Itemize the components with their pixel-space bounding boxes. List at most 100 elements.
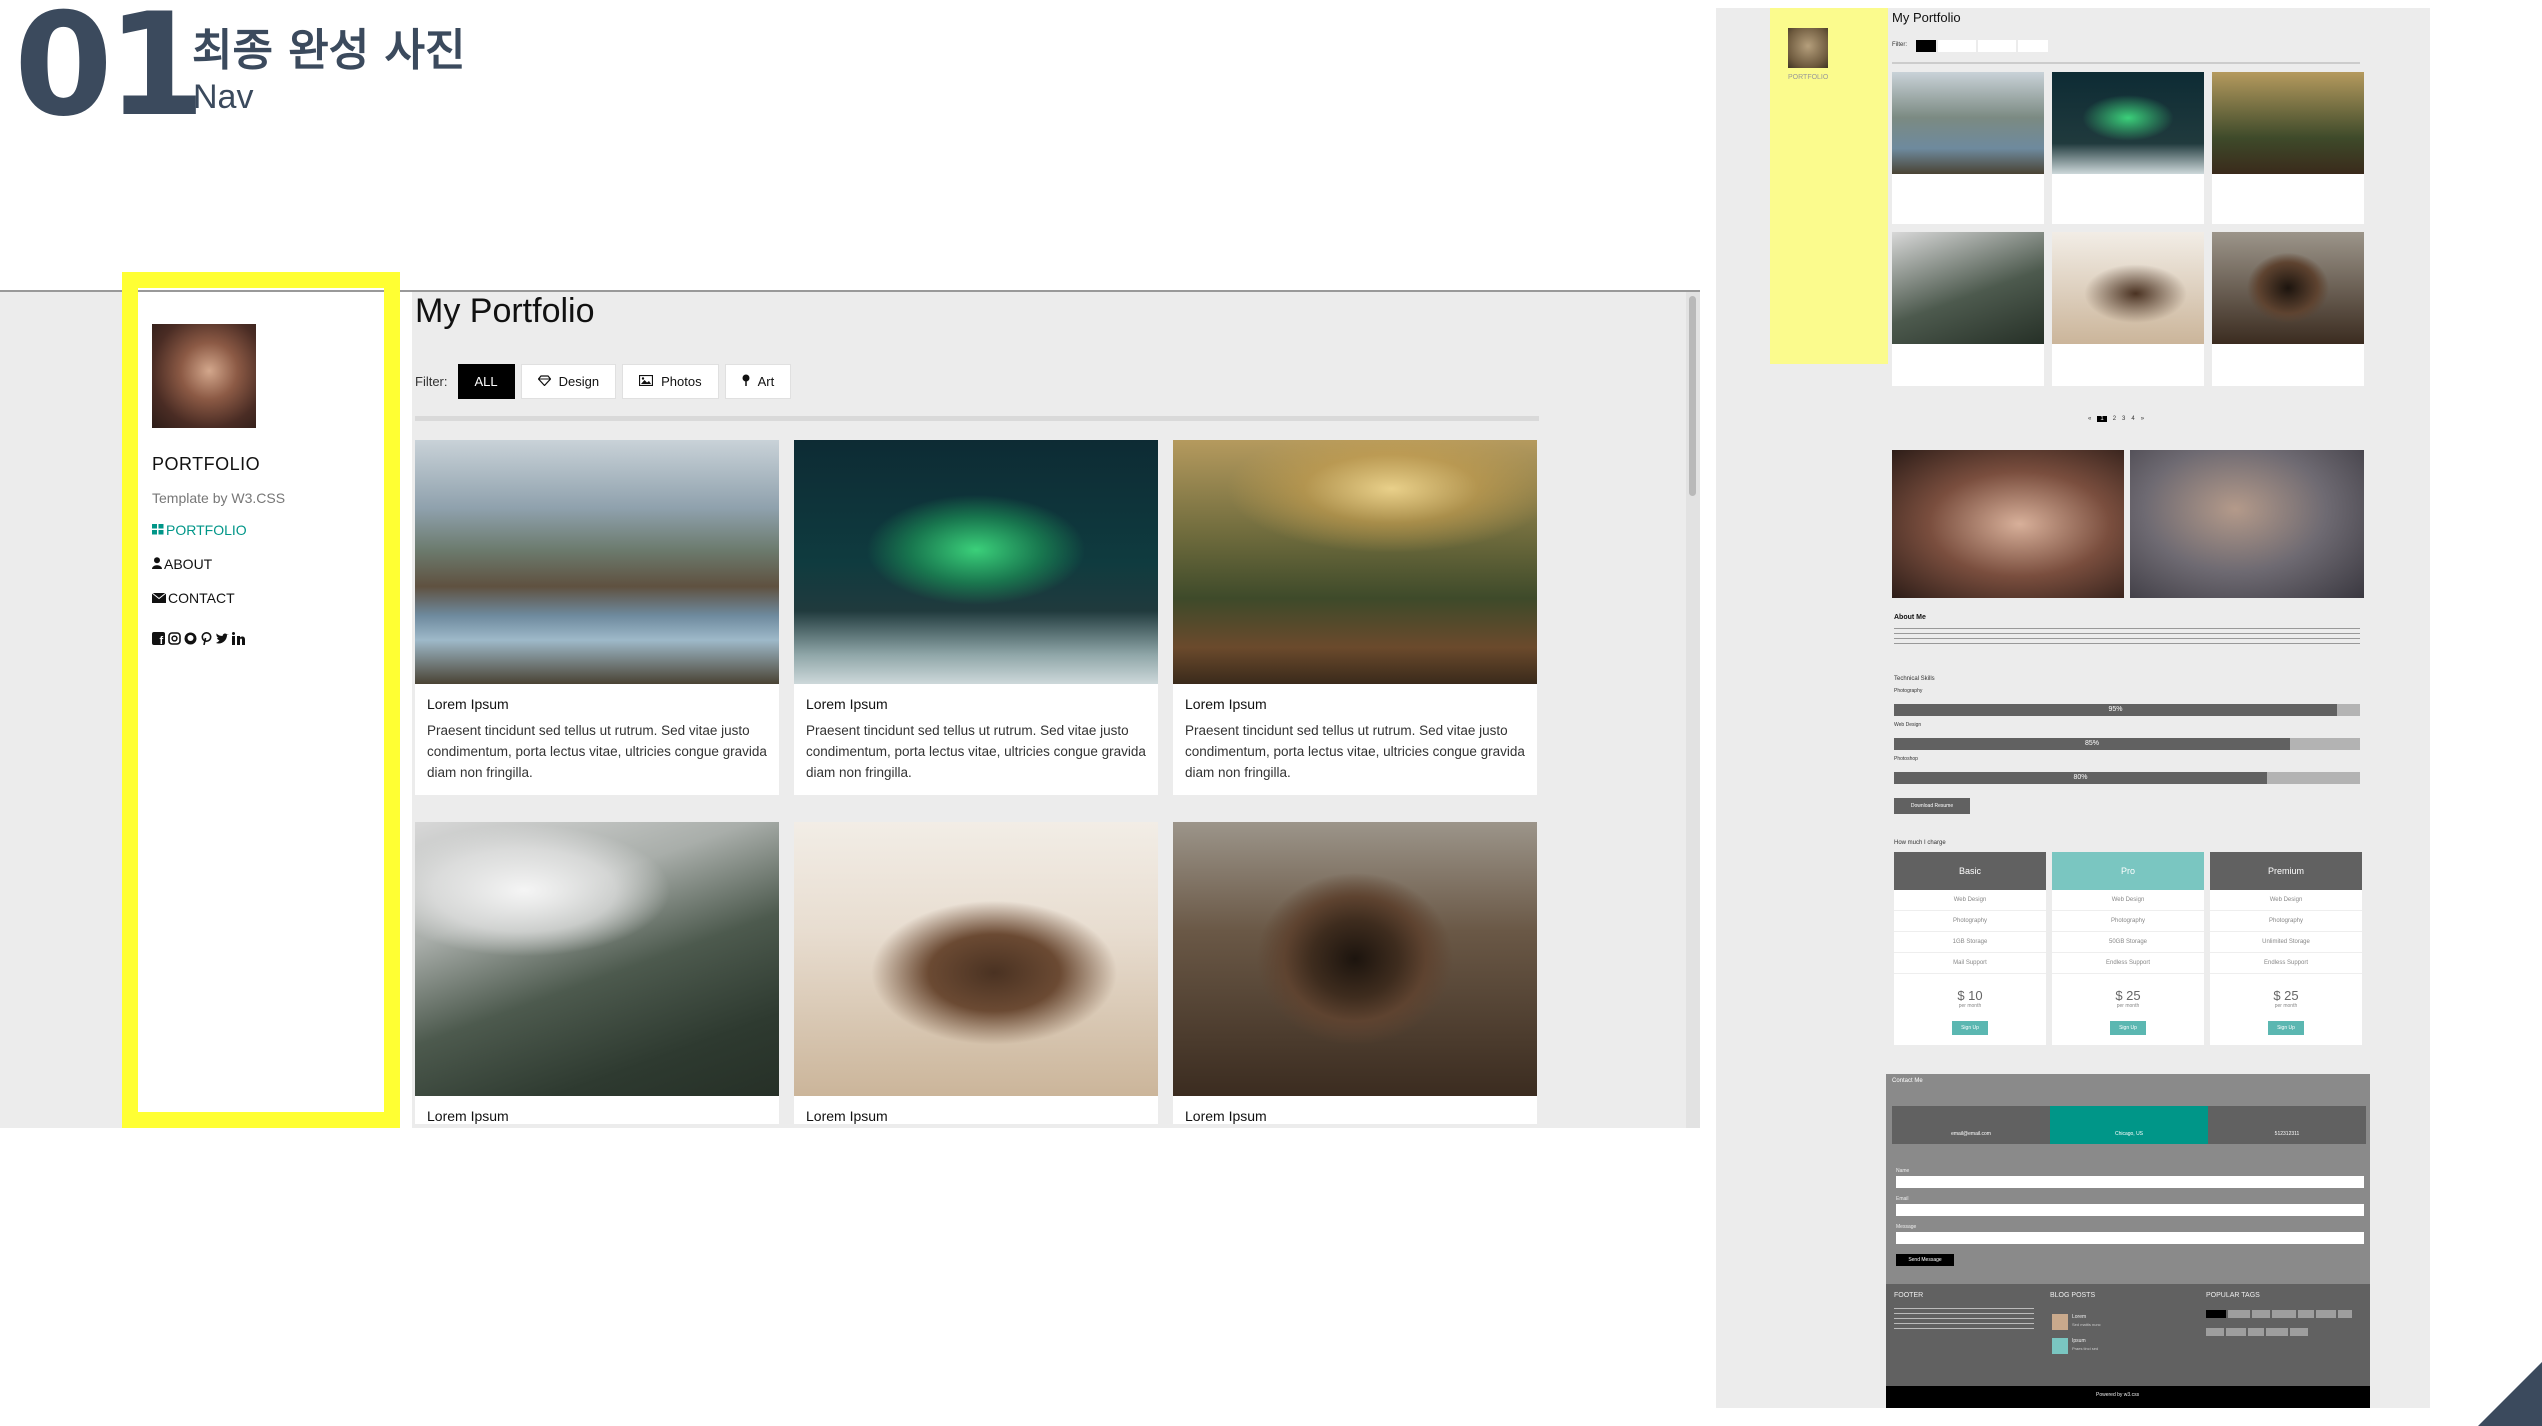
plan-feature: Unlimited Storage bbox=[2210, 932, 2362, 953]
preview-page-4[interactable]: 4 bbox=[2131, 416, 2134, 422]
mountain-sunset-photo bbox=[1173, 440, 1537, 684]
preview-message-input[interactable] bbox=[1896, 1232, 2364, 1244]
card-caption: Lorem Ipsum bbox=[427, 1108, 509, 1124]
plan-name: Pro bbox=[2052, 852, 2204, 890]
preview-plan-basic: Basic Web Design Photography 1GB Storage… bbox=[1894, 852, 2046, 1045]
preview-card-text bbox=[2212, 174, 2364, 224]
plan-feature: Web Design bbox=[1894, 890, 2046, 911]
filter-button-design[interactable]: Design bbox=[520, 364, 617, 399]
portfolio-card[interactable]: Lorem Ipsum Praesent tincidunt sed tellu… bbox=[794, 440, 1158, 795]
card-caption: Lorem Ipsum bbox=[1185, 696, 1267, 712]
card-text: Praesent tincidunt sed tellus ut rutrum.… bbox=[1185, 723, 1525, 780]
filter-button-all[interactable]: ALL bbox=[457, 364, 515, 399]
card-text: Praesent tincidunt sed tellus ut rutrum.… bbox=[806, 723, 1146, 780]
filter-bar: Filter: ALL Design Photos Art bbox=[415, 364, 792, 399]
plan-name: Premium bbox=[2210, 852, 2362, 890]
preview-bear-photo bbox=[2212, 232, 2364, 344]
card-caption: Lorem Ipsum bbox=[1185, 1108, 1267, 1124]
preview-footer-text bbox=[1894, 1308, 2034, 1330]
preview-blog-post-sub: Praes tinci sed bbox=[2072, 1346, 2099, 1351]
preview-blog-post-title[interactable]: Lorem bbox=[2072, 1314, 2086, 1320]
plan-signup-button[interactable]: Sign Up bbox=[1952, 1021, 1988, 1035]
preview-form-label: Message bbox=[1896, 1224, 1917, 1230]
filter-button-art[interactable]: Art bbox=[724, 364, 792, 399]
plan-price: $ 25 bbox=[2115, 988, 2141, 1003]
plan-feature: Web Design bbox=[2210, 890, 2362, 911]
coffee-beans-photo bbox=[794, 822, 1158, 1096]
preview-skill-bar: 95% bbox=[1894, 704, 2337, 716]
plan-period: per month bbox=[2116, 1003, 2140, 1009]
preview-tags-title: POPULAR TAGS bbox=[2206, 1292, 2260, 1299]
plan-period: per month bbox=[1958, 1003, 1982, 1009]
map-pin-icon bbox=[742, 374, 750, 389]
slide-subtitle: Nav bbox=[193, 78, 254, 116]
preview-contact-email: email@email.com bbox=[1892, 1106, 2050, 1144]
filter-button-label: Design bbox=[558, 374, 600, 389]
nav-highlight-frame bbox=[122, 272, 400, 1128]
plan-period: per month bbox=[2274, 1003, 2298, 1009]
mountain-lake-photo bbox=[415, 440, 779, 684]
portfolio-card[interactable]: Lorem Ipsum Praesent tincidunt sed tellu… bbox=[1173, 440, 1537, 795]
preview-page-3[interactable]: 3 bbox=[2122, 416, 2125, 422]
preview-plan-pro: Pro Web Design Photography 50GB Storage … bbox=[2052, 852, 2204, 1045]
portfolio-card[interactable]: Lorem Ipsum bbox=[415, 822, 779, 1124]
preview-form-label: Email bbox=[1896, 1196, 1909, 1202]
filter-button-label: Art bbox=[757, 374, 775, 389]
plan-name: Basic bbox=[1894, 852, 2046, 890]
preview-blog-post-title[interactable]: Ipsum bbox=[2072, 1338, 2086, 1344]
portfolio-card[interactable]: Lorem Ipsum Praesent tincidunt sed tellu… bbox=[415, 440, 779, 795]
preview-send-button[interactable]: Send Message bbox=[1896, 1254, 1954, 1266]
plan-feature: Photography bbox=[2210, 911, 2362, 932]
card-caption: Lorem Ipsum bbox=[427, 696, 509, 712]
preview-portrait-photo bbox=[2130, 450, 2364, 598]
preview-pagination: « 1 2 3 4 » bbox=[2088, 416, 2144, 422]
preview-filter-all[interactable] bbox=[1916, 40, 1936, 52]
preview-filter-art[interactable] bbox=[2018, 40, 2048, 52]
preview-name-input[interactable] bbox=[1896, 1176, 2364, 1188]
preview-blog-thumb bbox=[2052, 1314, 2068, 1330]
preview-page-2[interactable]: 2 bbox=[2113, 416, 2116, 422]
preview-download-button[interactable]: Download Resume bbox=[1894, 798, 1970, 814]
preview-about-text bbox=[1894, 628, 2360, 646]
scrollbar-thumb[interactable] bbox=[1689, 296, 1696, 496]
card-text: Praesent tincidunt sed tellus ut rutrum.… bbox=[427, 723, 767, 780]
plan-feature: Photography bbox=[2052, 911, 2204, 932]
plan-feature: Endless Support bbox=[2210, 953, 2362, 974]
preview-card-text bbox=[2052, 344, 2204, 386]
preview-skill-name: Photography bbox=[1894, 688, 1923, 694]
slide-number: 01 bbox=[14, 0, 206, 148]
scrollbar[interactable] bbox=[1686, 292, 1700, 1128]
preview-blog-thumb bbox=[2052, 1338, 2068, 1354]
preview-filter-photos[interactable] bbox=[1978, 40, 2016, 52]
preview-card-text bbox=[2052, 174, 2204, 224]
portfolio-card[interactable]: Lorem Ipsum bbox=[1173, 822, 1537, 1124]
preview-page-prev[interactable]: « bbox=[2088, 416, 2091, 422]
preview-email-input[interactable] bbox=[1896, 1204, 2364, 1216]
filter-button-label: ALL bbox=[474, 374, 498, 389]
plan-signup-button[interactable]: Sign Up bbox=[2268, 1021, 2304, 1035]
preview-skill-bar: 85% bbox=[1894, 738, 2290, 750]
preview-northern-lights-photo bbox=[2052, 72, 2204, 174]
preview-skill-bar: 80% bbox=[1894, 772, 2267, 784]
portfolio-card[interactable]: Lorem Ipsum bbox=[794, 822, 1158, 1124]
plan-feature: Photography bbox=[1894, 911, 2046, 932]
plan-signup-button[interactable]: Sign Up bbox=[2110, 1021, 2146, 1035]
preview-page-next[interactable]: » bbox=[2141, 416, 2144, 422]
preview-mountain-lake-photo bbox=[1892, 72, 2044, 174]
preview-powered-text: Powered by w3.css bbox=[2096, 1392, 2140, 1398]
plan-feature: 1GB Storage bbox=[1894, 932, 2046, 953]
northern-lights-photo bbox=[794, 440, 1158, 684]
filter-button-photos[interactable]: Photos bbox=[622, 364, 719, 399]
preview-page-1[interactable]: 1 bbox=[2097, 416, 2107, 422]
card-caption: Lorem Ipsum bbox=[806, 1108, 888, 1124]
preview-contact-phone: 512312311 bbox=[2208, 1106, 2366, 1144]
preview-filter-design[interactable] bbox=[1938, 40, 1976, 52]
plan-feature: Endless Support bbox=[2052, 953, 2204, 974]
preview-card-text bbox=[2212, 344, 2364, 386]
preview-tag-list bbox=[2206, 1308, 2362, 1344]
diamond-icon bbox=[537, 374, 551, 389]
preview-skill-name: Web Design bbox=[1894, 722, 1922, 728]
preview-about-title: About Me bbox=[1894, 614, 1926, 621]
preview-skills-title: Technical Skills bbox=[1894, 676, 1935, 682]
preview-plan-premium: Premium Web Design Photography Unlimited… bbox=[2210, 852, 2362, 1045]
